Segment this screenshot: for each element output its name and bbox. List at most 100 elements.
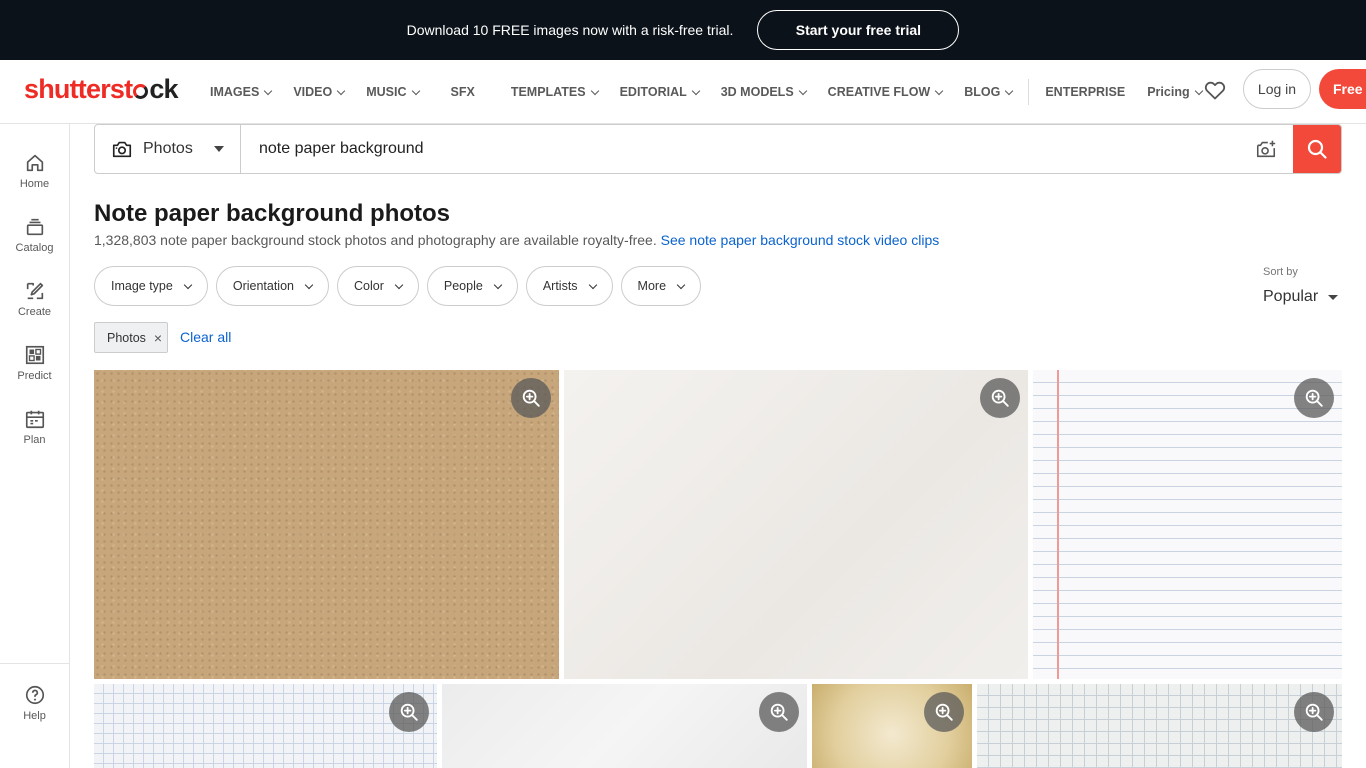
filter-label: Artists <box>542 279 578 293</box>
filter-label: More <box>637 279 667 293</box>
login-button[interactable]: Log in <box>1243 69 1311 109</box>
filter-orientation[interactable]: Orientation <box>215 266 329 306</box>
nav-label: CREATIVE FLOW <box>827 85 931 99</box>
sidebar-label: Help <box>23 710 46 722</box>
zoom-in-icon <box>522 389 540 407</box>
nav-item-blog[interactable]: BLOG <box>964 85 1014 99</box>
filter-color[interactable]: Color <box>337 266 419 306</box>
visual-search-button[interactable] <box>1239 125 1293 173</box>
filter-more[interactable]: More <box>620 266 702 306</box>
filter-label: Orientation <box>232 279 294 293</box>
filter-label: Image type <box>111 279 173 293</box>
result-image[interactable] <box>812 684 972 768</box>
result-image[interactable] <box>94 370 559 679</box>
sidebar-item-help[interactable]: Help <box>0 684 69 722</box>
nav-item-creative-flow[interactable]: CREATIVE FLOW <box>827 85 944 99</box>
close-icon[interactable]: × <box>154 330 162 346</box>
result-image[interactable] <box>442 684 807 768</box>
filter-artists[interactable]: Artists <box>525 266 613 306</box>
sidebar-label: Predict <box>17 370 52 382</box>
logo-text-post: ck <box>149 74 178 104</box>
chevron-down-icon <box>676 280 686 289</box>
search-input[interactable] <box>241 125 1239 173</box>
nav-item-music[interactable]: MUSIC <box>366 85 420 99</box>
result-image[interactable] <box>94 684 437 768</box>
zoom-button[interactable] <box>389 692 429 732</box>
nav-label: 3D MODELS <box>720 85 794 99</box>
filter-label: People <box>443 279 483 293</box>
zoom-button[interactable] <box>1294 692 1334 732</box>
nav-items: IMAGES VIDEO MUSIC SFX TEMPLATES EDITORI… <box>210 60 1224 123</box>
sidebar-item-plan[interactable]: Plan <box>0 408 69 446</box>
chevron-down-icon <box>493 280 503 289</box>
zoom-in-icon <box>1305 703 1323 721</box>
zoom-in-icon <box>770 703 788 721</box>
help-icon <box>25 685 44 705</box>
sidebar: Home Catalog Create Predict Plan Help <box>0 124 70 768</box>
nav-item-templates[interactable]: TEMPLATES <box>510 85 599 99</box>
sidebar-label: Create <box>17 306 52 318</box>
nav-item-images[interactable]: IMAGES <box>210 85 273 99</box>
nav-divider <box>1028 79 1030 105</box>
image-search-icon <box>1256 140 1276 158</box>
nav-item-pricing[interactable]: Pricing <box>1147 85 1203 99</box>
filter-people[interactable]: People <box>426 266 518 306</box>
zoom-button[interactable] <box>924 692 964 732</box>
nav-item-3d-models[interactable]: 3D MODELS <box>720 85 807 99</box>
promo-text: Download 10 FREE images now with a risk-… <box>406 22 734 38</box>
video-clips-link[interactable]: See note paper background stock video cl… <box>661 232 940 248</box>
search-button[interactable] <box>1293 125 1341 173</box>
sidebar-item-predict[interactable]: Predict <box>0 344 69 382</box>
nav-item-sfx[interactable]: SFX <box>451 85 475 99</box>
zoom-button[interactable] <box>759 692 799 732</box>
zoom-button[interactable] <box>980 378 1020 418</box>
shutterstock-logo[interactable]: shutterst ck <box>24 74 179 105</box>
search-type-dropdown[interactable]: Photos <box>95 125 241 173</box>
page-title: Note paper background photos <box>94 200 451 227</box>
caret-down-icon <box>1328 294 1339 300</box>
logo-text-pre: shutterst <box>24 74 133 104</box>
nav-item-video[interactable]: VIDEO <box>293 85 346 99</box>
sidebar-item-create[interactable]: Create <box>0 280 69 318</box>
sidebar-label: Catalog <box>15 242 54 254</box>
nav-label: TEMPLATES <box>510 85 586 99</box>
sort-dropdown[interactable]: Popular <box>1263 288 1339 306</box>
nav-item-enterprise[interactable]: ENTERPRISE <box>1045 85 1125 99</box>
plan-icon <box>25 410 44 429</box>
chevron-down-icon <box>264 86 273 95</box>
filter-label: Color <box>354 279 384 293</box>
nav-label: EDITORIAL <box>619 85 687 99</box>
result-image[interactable] <box>564 370 1028 679</box>
promo-bar: Download 10 FREE images now with a risk-… <box>0 0 1366 60</box>
nav-label: VIDEO <box>293 85 333 99</box>
nav-label: BLOG <box>964 85 1001 99</box>
filter-image-type[interactable]: Image type <box>94 266 208 306</box>
sidebar-item-catalog[interactable]: Catalog <box>0 216 69 254</box>
search-icon <box>1307 139 1327 159</box>
chevron-down-icon <box>934 86 944 95</box>
predict-icon <box>25 345 44 365</box>
logo-o-icon <box>133 84 149 99</box>
free-trial-button[interactable]: Free t <box>1319 69 1366 109</box>
result-image[interactable] <box>977 684 1342 768</box>
search-bar: Photos <box>94 124 1342 174</box>
sort-label: Sort by <box>1263 266 1298 278</box>
result-image[interactable] <box>1033 370 1342 679</box>
nav-label: ENTERPRISE <box>1045 85 1126 99</box>
zoom-in-icon <box>991 389 1009 407</box>
start-free-trial-button[interactable]: Start your free trial <box>757 10 960 50</box>
sidebar-item-home[interactable]: Home <box>0 152 69 190</box>
chevron-down-icon <box>590 86 599 95</box>
chip-label: Photos <box>107 330 146 345</box>
results-count: 1,328,803 note paper background stock ph… <box>94 232 657 248</box>
clear-all-link[interactable]: Clear all <box>180 329 231 345</box>
chevron-down-icon <box>1194 86 1203 95</box>
zoom-in-icon <box>935 703 953 721</box>
heart-icon[interactable] <box>1203 78 1227 102</box>
zoom-button[interactable] <box>1294 378 1334 418</box>
sidebar-label: Plan <box>23 434 46 446</box>
chevron-down-icon <box>1005 86 1014 95</box>
zoom-button[interactable] <box>511 378 551 418</box>
nav-item-editorial[interactable]: EDITORIAL <box>619 85 700 99</box>
applied-filter-chip[interactable]: Photos × <box>94 322 168 353</box>
